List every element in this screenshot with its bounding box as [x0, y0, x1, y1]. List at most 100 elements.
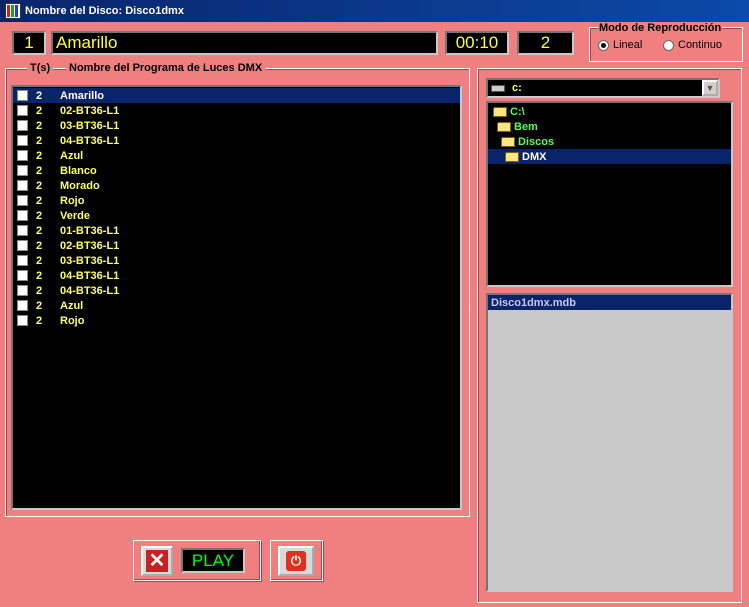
folder-icon [497, 121, 511, 132]
directory-label: C:\ [510, 105, 525, 118]
program-row[interactable]: 2 03-BT36-L1 [13, 253, 460, 268]
row-program-name: 01-BT36-L1 [60, 224, 120, 237]
program-list[interactable]: 2 Amarillo 2 02-BT36-L1 2 03-BT36-L1 2 04-BT36-… [11, 85, 462, 510]
row-time: 2 [36, 164, 43, 177]
directory-item[interactable]: DMX [488, 149, 731, 164]
program-row[interactable]: 2 Azul [13, 298, 460, 313]
folder-icon [493, 106, 507, 117]
row-checkbox[interactable] [17, 150, 28, 161]
directory-label: Bem [514, 120, 538, 133]
row-time: 2 [36, 269, 43, 282]
drive-icon [491, 84, 505, 92]
row-program-name: Amarillo [60, 89, 105, 102]
program-row[interactable]: 2 01-BT36-L1 [13, 223, 460, 238]
row-program-name: Verde [60, 209, 90, 222]
mode-lineal-radio[interactable]: Lineal [598, 39, 642, 51]
directory-tree[interactable]: C:\ Bem Discos DMX [486, 101, 733, 287]
title-bar: Nombre del Disco: Disco1dmx [0, 0, 749, 22]
row-program-name: Azul [60, 299, 84, 312]
directory-label: DMX [522, 150, 547, 163]
program-row[interactable]: 2 02-BT36-L1 [13, 103, 460, 118]
row-checkbox[interactable] [17, 255, 28, 266]
program-row[interactable]: 2 Rojo [13, 313, 460, 328]
play-button[interactable]: PLAY [181, 548, 245, 573]
file-list[interactable]: Disco1dmx.mdb [486, 293, 733, 592]
row-checkbox[interactable] [17, 195, 28, 206]
program-row[interactable]: 2 Morado [13, 178, 460, 193]
program-name-display: Amarillo [51, 31, 438, 55]
directory-item[interactable]: C:\ [488, 104, 731, 119]
row-checkbox[interactable] [17, 105, 28, 116]
program-row[interactable]: 2 04-BT36-L1 [13, 133, 460, 148]
row-checkbox[interactable] [17, 300, 28, 311]
power-icon: ⏻ [286, 551, 306, 571]
name-column-header: Nombre del Programa de Luces DMX [66, 62, 266, 74]
row-checkbox[interactable] [17, 165, 28, 176]
radio-unselected-icon [663, 39, 674, 51]
row-time: 2 [36, 194, 43, 207]
row-checkbox[interactable] [17, 90, 28, 101]
row-checkbox[interactable] [17, 240, 28, 251]
file-label: Disco1dmx.mdb [491, 296, 576, 309]
folder-icon [505, 151, 519, 162]
directory-item[interactable]: Bem [488, 119, 731, 134]
mode-continuo-label: Continuo [678, 39, 723, 51]
row-checkbox[interactable] [17, 210, 28, 221]
row-checkbox[interactable] [17, 225, 28, 236]
row-time: 2 [36, 134, 43, 147]
row-time: 2 [36, 254, 43, 267]
row-checkbox[interactable] [17, 285, 28, 296]
row-program-name: Azul [60, 149, 84, 162]
row-program-name: Morado [60, 179, 100, 192]
row-time: 2 [36, 314, 43, 327]
radio-selected-icon [598, 39, 609, 51]
row-time: 2 [36, 209, 43, 222]
row-program-name: 02-BT36-L1 [60, 239, 120, 252]
power-button[interactable]: ⏻ [278, 546, 314, 576]
app-icon [5, 3, 21, 19]
row-program-name: 04-BT36-L1 [60, 284, 120, 297]
row-program-name: 04-BT36-L1 [60, 134, 120, 147]
row-time: 2 [36, 119, 43, 132]
stop-button[interactable]: ✕ [141, 546, 173, 576]
file-item[interactable]: Disco1dmx.mdb [488, 295, 731, 310]
row-program-name: 04-BT36-L1 [60, 269, 120, 282]
row-checkbox[interactable] [17, 135, 28, 146]
program-row[interactable]: 2 Verde [13, 208, 460, 223]
drive-select[interactable]: c: ▼ [486, 78, 720, 98]
row-program-name: Rojo [60, 194, 85, 207]
track-number-display: 1 [12, 31, 46, 55]
row-time: 2 [36, 239, 43, 252]
program-row[interactable]: 2 Azul [13, 148, 460, 163]
directory-item[interactable]: Discos [488, 134, 731, 149]
row-time: 2 [36, 104, 43, 117]
playback-mode-group: Modo de Reproducción Lineal Continuo [589, 22, 743, 62]
row-time: 2 [36, 179, 43, 192]
row-checkbox[interactable] [17, 315, 28, 326]
program-row[interactable]: 2 04-BT36-L1 [13, 268, 460, 283]
mode-continuo-radio[interactable]: Continuo [663, 39, 722, 51]
program-row[interactable]: 2 Blanco [13, 163, 460, 178]
row-time: 2 [36, 224, 43, 237]
folder-icon [501, 136, 515, 147]
row-program-name: 03-BT36-L1 [60, 254, 120, 267]
program-row[interactable]: 2 04-BT36-L1 [13, 283, 460, 298]
row-checkbox[interactable] [17, 180, 28, 191]
directory-label: Discos [518, 135, 555, 148]
program-row[interactable]: 2 02-BT36-L1 [13, 238, 460, 253]
drive-value: c: [512, 82, 522, 94]
row-time: 2 [36, 149, 43, 162]
row-program-name: Blanco [60, 164, 97, 177]
row-time: 2 [36, 284, 43, 297]
program-row[interactable]: 2 Amarillo [13, 88, 460, 103]
time-column-header: T(s) [27, 62, 54, 74]
program-row[interactable]: 2 03-BT36-L1 [13, 118, 460, 133]
row-program-name: 02-BT36-L1 [60, 104, 120, 117]
program-row[interactable]: 2 Rojo [13, 193, 460, 208]
playback-mode-legend: Modo de Reproducción [598, 22, 723, 34]
row-checkbox[interactable] [17, 120, 28, 131]
chevron-down-icon[interactable]: ▼ [702, 80, 718, 96]
window-title: Nombre del Disco: Disco1dmx [25, 5, 184, 17]
row-time: 2 [36, 89, 43, 102]
row-checkbox[interactable] [17, 270, 28, 281]
